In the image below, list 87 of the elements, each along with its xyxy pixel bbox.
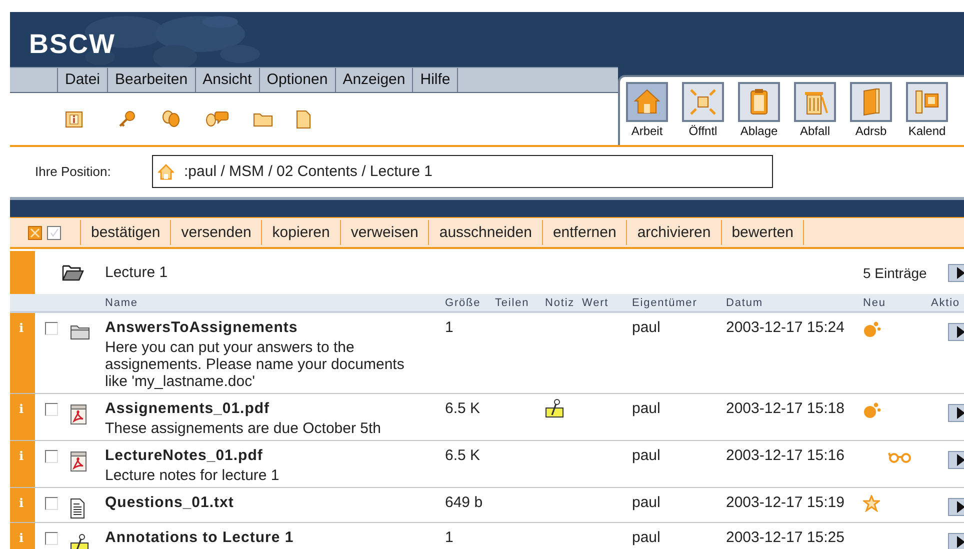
open-folder-icon bbox=[62, 264, 84, 282]
blob-icon bbox=[863, 320, 881, 338]
triangle-right-icon bbox=[957, 266, 964, 278]
date-cell-text: 2003-12-17 15:18 bbox=[726, 399, 846, 419]
triangle-right-icon bbox=[957, 326, 964, 338]
expand-icon bbox=[688, 87, 718, 117]
column-header[interactable]: Wert bbox=[582, 296, 632, 308]
action-link[interactable]: verweisen bbox=[340, 220, 428, 245]
action-button[interactable] bbox=[948, 323, 964, 341]
item-description: Lecture notes for lecture 1 bbox=[105, 467, 280, 484]
people-icon[interactable] bbox=[161, 109, 181, 129]
folder-icon[interactable] bbox=[253, 111, 273, 127]
action-link[interactable]: entfernen bbox=[542, 220, 626, 245]
menu-item[interactable]: Bearbeiten bbox=[107, 68, 195, 92]
owner-cell-text: paul bbox=[632, 399, 662, 419]
people-speech-icon[interactable] bbox=[205, 109, 229, 129]
owner-cell-text: paul bbox=[632, 318, 662, 338]
folder-title: Lecture 1 bbox=[105, 264, 169, 281]
pdf-file-icon bbox=[70, 451, 87, 472]
column-header[interactable]: Neu bbox=[863, 296, 931, 308]
triangle-right-icon bbox=[957, 536, 964, 548]
size-cell-text: 1 bbox=[445, 528, 454, 548]
triangle-right-icon bbox=[957, 501, 964, 513]
item-description: These assignements are due October 5th bbox=[105, 420, 382, 437]
triangle-right-icon bbox=[957, 454, 964, 466]
key-icon[interactable] bbox=[118, 110, 136, 128]
column-header[interactable]: Teilen bbox=[495, 296, 545, 308]
column-header[interactable]: Name bbox=[105, 296, 445, 308]
column-header[interactable]: Aktio bbox=[931, 296, 964, 308]
row-checkbox[interactable] bbox=[45, 497, 58, 510]
row-checkbox[interactable] bbox=[45, 450, 58, 463]
owner-cell-text: paul bbox=[632, 446, 662, 466]
size-cell-text: 1 bbox=[445, 318, 454, 338]
action-button[interactable] bbox=[948, 451, 964, 469]
annotation-icon bbox=[70, 533, 89, 549]
annotation-icon[interactable] bbox=[545, 398, 564, 418]
item-name[interactable]: Questions_01.txt bbox=[105, 492, 445, 514]
action-link[interactable]: bestätigen bbox=[80, 220, 170, 245]
item-name[interactable]: Assignements_01.pdf bbox=[105, 398, 445, 420]
action-button[interactable] bbox=[948, 264, 964, 282]
unchecked-box-icon[interactable] bbox=[47, 226, 61, 240]
row-checkbox[interactable] bbox=[45, 322, 58, 335]
size-cell-text: 6.5 K bbox=[445, 446, 482, 466]
breadcrumb-path[interactable]: :paul / MSM / 02 Contents / Lecture 1 bbox=[184, 163, 432, 180]
action-button[interactable] bbox=[948, 498, 964, 516]
date-cell-text: 2003-12-17 15:25 bbox=[726, 528, 846, 548]
glasses-icon bbox=[888, 451, 912, 463]
item-name[interactable]: AnswersToAssignements bbox=[105, 317, 445, 339]
menu-item[interactable]: Anzeigen bbox=[334, 68, 412, 92]
action-link[interactable]: versenden bbox=[170, 220, 262, 245]
action-link[interactable]: bewerten bbox=[720, 220, 804, 245]
column-header[interactable]: Notiz bbox=[545, 296, 582, 308]
pdf-file-icon bbox=[70, 404, 87, 425]
menu-item[interactable]: Optionen bbox=[258, 68, 335, 92]
owner-cell-text: paul bbox=[632, 528, 662, 548]
action-link[interactable]: archivieren bbox=[626, 220, 721, 245]
menu-item[interactable]: Hilfe bbox=[412, 68, 458, 92]
action-button[interactable] bbox=[948, 404, 964, 422]
menu-item[interactable]: Ansicht bbox=[194, 68, 259, 92]
entry-count: 5 Einträge bbox=[863, 264, 928, 280]
document-icon[interactable] bbox=[296, 110, 311, 128]
column-header[interactable]: Datum bbox=[726, 296, 863, 308]
checked-box-icon[interactable] bbox=[28, 226, 42, 240]
column-header[interactable]: Eigentümer bbox=[632, 296, 726, 308]
star-icon bbox=[863, 495, 880, 512]
row-checkbox[interactable] bbox=[45, 532, 58, 545]
action-link[interactable]: kopieren bbox=[261, 220, 340, 245]
row-checkbox[interactable] bbox=[45, 403, 58, 416]
position-label: Ihre Position: bbox=[34, 163, 112, 181]
item-description: Here you can put your answers to the assignements. Please name your documents like 'my_lastname.doc' bbox=[105, 339, 406, 390]
item-name[interactable]: LectureNotes_01.pdf bbox=[105, 445, 445, 467]
date-cell-text: 2003-12-17 15:19 bbox=[726, 493, 846, 513]
size-cell-text: 6.5 K bbox=[445, 399, 482, 419]
info-icon[interactable] bbox=[65, 110, 83, 128]
blob-icon bbox=[863, 401, 881, 419]
item-name[interactable]: Annotations to Lecture 1 bbox=[105, 527, 445, 549]
date-cell-text: 2003-12-17 15:16 bbox=[726, 446, 846, 466]
text-file-icon bbox=[70, 498, 85, 519]
logo: BSCW bbox=[28, 28, 116, 58]
owner-cell-text: paul bbox=[632, 493, 662, 513]
menu-item[interactable]: Datei bbox=[57, 68, 108, 92]
folder-icon bbox=[70, 323, 90, 340]
action-link[interactable]: ausschneiden bbox=[428, 220, 542, 245]
triangle-right-icon bbox=[957, 407, 964, 419]
date-cell-text: 2003-12-17 15:24 bbox=[726, 318, 846, 338]
size-cell-text: 649 b bbox=[445, 493, 484, 513]
column-header[interactable]: Größe bbox=[445, 296, 495, 308]
